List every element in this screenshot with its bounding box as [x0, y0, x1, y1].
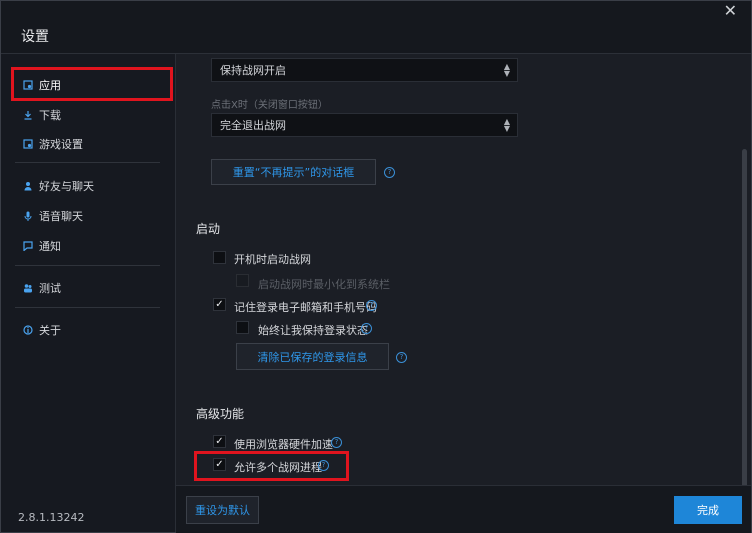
help-icon[interactable]: ? [396, 352, 407, 363]
help-icon[interactable]: ? [366, 300, 377, 311]
sidebar-item-label: 下载 [39, 109, 61, 122]
reset-dialogs-label: 重置“不再提示”的对话框 [232, 166, 355, 179]
keep-logged-in-label: 始终让我保持登录状态 [258, 324, 368, 337]
reset-default-button[interactable]: 重设为默认 [186, 496, 259, 524]
sidebar-item-about[interactable]: 关于 [23, 321, 61, 339]
close-window-select[interactable]: 完全退出战网 ▲ ▼ [211, 113, 518, 137]
sidebar-item-download[interactable]: 下载 [23, 106, 61, 124]
game-settings-icon [23, 139, 33, 149]
help-icon[interactable]: ? [331, 437, 342, 448]
highlight-box-multi-process [194, 451, 349, 481]
sidebar-item-friends[interactable]: 好友与聊天 [23, 177, 94, 195]
keep-logged-in-checkbox[interactable] [236, 321, 249, 334]
done-button[interactable]: 完成 [674, 496, 742, 524]
close-action-select[interactable]: 保持战网开启 ▲ ▼ [211, 58, 518, 82]
reset-dialogs-button[interactable]: 重置“不再提示”的对话框 [211, 159, 376, 185]
sidebar-item-label: 游戏设置 [39, 138, 83, 151]
settings-window: 设置 ✕ 应用 下载 游戏设置 好友与聊天 语音聊天 通知 测试 关于 2.8.… [0, 0, 752, 533]
minimize-to-tray-label: 启动战网时最小化到系统栏 [258, 278, 390, 291]
launch-on-boot-label: 开机时启动战网 [234, 253, 311, 266]
sidebar-item-label: 语音聊天 [39, 210, 83, 223]
sidebar-item-label: 通知 [39, 240, 61, 253]
startup-heading: 启动 [196, 222, 221, 236]
notification-icon [23, 241, 33, 251]
updown-arrow-icon: ▲ ▼ [503, 62, 510, 78]
sidebar-item-test[interactable]: 测试 [23, 279, 61, 297]
clear-login-button[interactable]: 清除已保存的登录信息 [236, 343, 389, 370]
scrollbar[interactable] [742, 149, 747, 529]
microphone-icon [23, 211, 33, 221]
sidebar-divider [15, 265, 160, 266]
sidebar-item-label: 好友与聊天 [39, 180, 94, 193]
select-value: 保持战网开启 [220, 64, 286, 77]
test-icon [23, 283, 33, 293]
launch-on-boot-checkbox[interactable] [213, 251, 226, 264]
close-window-label: 点击X时（关闭窗口按钮） [211, 100, 328, 111]
footer: 重设为默认 完成 [176, 485, 751, 533]
sidebar-divider [15, 162, 160, 163]
download-icon [23, 110, 33, 120]
window-title: 设置 [21, 29, 49, 45]
remember-login-checkbox[interactable]: ✓ [213, 298, 226, 311]
highlight-box-app [11, 67, 173, 101]
sidebar-item-label: 测试 [39, 282, 61, 295]
reset-default-label: 重设为默认 [195, 504, 250, 517]
sidebar-divider [15, 307, 160, 308]
hw-accel-label: 使用浏览器硬件加速 [234, 438, 333, 451]
hw-accel-checkbox[interactable]: ✓ [213, 435, 226, 448]
title-bar: 设置 ✕ [1, 1, 751, 54]
remember-login-label: 记住登录电子邮箱和手机号码 [234, 301, 377, 314]
advanced-heading: 高级功能 [196, 407, 245, 421]
close-icon[interactable]: ✕ [724, 1, 737, 20]
clear-login-label: 清除已保存的登录信息 [257, 350, 368, 364]
done-label: 完成 [697, 504, 719, 517]
minimize-to-tray-checkbox [236, 274, 249, 287]
help-icon[interactable]: ? [361, 323, 372, 334]
sidebar-item-label: 关于 [39, 324, 61, 337]
sidebar-item-notifications[interactable]: 通知 [23, 237, 61, 255]
select-value: 完全退出战网 [220, 119, 286, 132]
updown-arrow-icon: ▲ ▼ [503, 117, 510, 133]
sidebar-item-voice[interactable]: 语音聊天 [23, 207, 83, 225]
friends-icon [23, 181, 33, 191]
sidebar: 应用 下载 游戏设置 好友与聊天 语音聊天 通知 测试 关于 2.8.1.132… [1, 54, 176, 532]
info-icon [23, 325, 33, 335]
version-label: 2.8.1.13242 [18, 511, 85, 524]
help-icon[interactable]: ? [384, 167, 395, 178]
sidebar-item-game-settings[interactable]: 游戏设置 [23, 135, 83, 153]
settings-content: 保持战网开启 ▲ ▼ 点击X时（关闭窗口按钮） 完全退出战网 ▲ ▼ 重置“不再提示… [176, 54, 751, 529]
